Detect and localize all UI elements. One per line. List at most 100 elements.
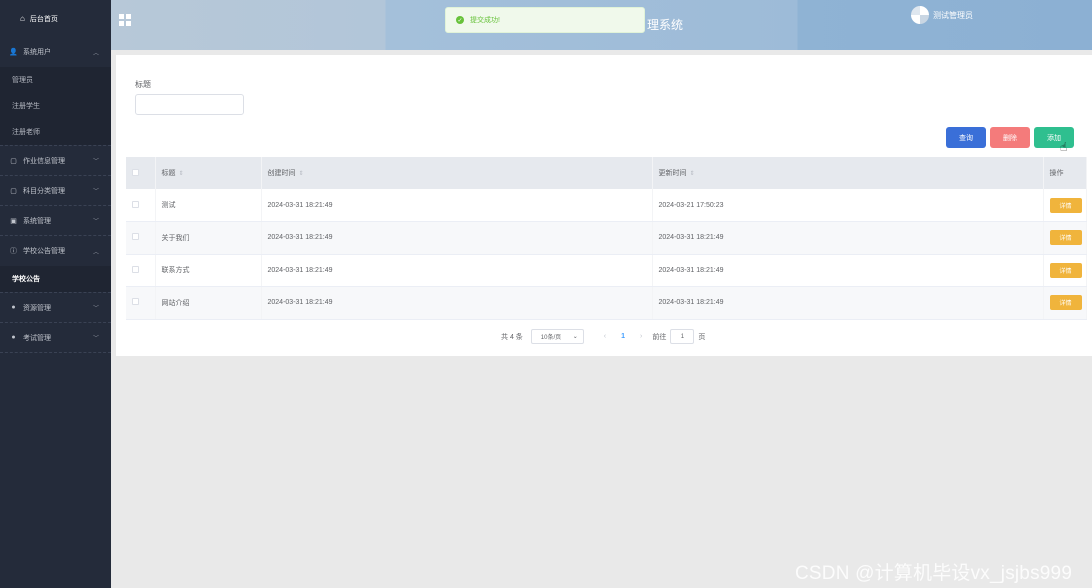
- row-checkbox[interactable]: [132, 233, 139, 241]
- cell-updated: 2024-03-31 18:21:49: [652, 286, 1044, 320]
- location-icon: ●: [11, 304, 16, 311]
- pagination: 共 4 条 10条/页 ⌄ ‹ 1 › 前往 1 页: [501, 329, 705, 344]
- table-row: 网站介绍 2024-03-31 18:21:49 2024-03-31 18:2…: [126, 286, 1087, 320]
- cell-updated: 2024-03-31 18:21:49: [652, 254, 1044, 287]
- sidebar-group-notice: ⓘ 学校公告管理 ︿ 学校公告: [0, 236, 111, 293]
- sidebar-subitem-notice[interactable]: 学校公告: [0, 266, 111, 292]
- sort-icon[interactable]: ⇕: [690, 171, 695, 177]
- sidebar-item-system-users[interactable]: 👤 系统用户 ︿: [0, 37, 111, 67]
- table-row: 联系方式 2024-03-31 18:21:49 2024-03-31 18:2…: [126, 254, 1087, 287]
- sort-icon[interactable]: ⇕: [299, 171, 304, 177]
- row-checkbox-cell: [126, 286, 156, 320]
- sidebar-subitem-students[interactable]: 注册学生: [0, 93, 111, 119]
- cell-created: 2024-03-31 18:21:49: [261, 254, 653, 287]
- page-number[interactable]: 1: [621, 333, 625, 340]
- document-icon: ▢: [10, 157, 17, 165]
- chevron-up-icon: ︿: [92, 50, 99, 57]
- row-checkbox[interactable]: [132, 200, 139, 208]
- avatar: [911, 6, 929, 24]
- prev-page-icon[interactable]: ‹: [604, 333, 606, 340]
- row-checkbox[interactable]: [132, 265, 139, 273]
- cell-action: 详情: [1043, 189, 1087, 222]
- table-header-row: 标题 ⇕ 创建时间 ⇕ 更新时间 ⇕ 操作: [126, 157, 1087, 189]
- table-row: 关于我们 2024-03-31 18:21:49 2024-03-31 18:2…: [126, 221, 1087, 255]
- check-circle-icon: ✓: [456, 16, 464, 24]
- sidebar-item-system[interactable]: ▣ 系统管理 ﹀: [0, 206, 111, 236]
- sidebar-item-exams[interactable]: ● 考试管理 ﹀: [0, 323, 111, 353]
- chevron-up-icon: ︿: [92, 249, 99, 256]
- column-header-created[interactable]: 创建时间 ⇕: [261, 157, 653, 189]
- admin-name: 测试管理员: [933, 10, 973, 20]
- column-header-action: 操作: [1043, 157, 1087, 189]
- cell-title: 测试: [155, 189, 262, 222]
- chevron-down-icon: ﹀: [92, 336, 99, 342]
- row-checkbox[interactable]: [132, 298, 139, 306]
- query-button[interactable]: 查询: [946, 127, 986, 148]
- chevron-down-icon: ﹀: [92, 159, 99, 165]
- info-circle-icon: ⓘ: [10, 248, 17, 255]
- cell-created: 2024-03-31 18:21:49: [261, 221, 653, 255]
- detail-button[interactable]: 详情: [1049, 230, 1082, 246]
- sidebar-item-label: 系统用户: [23, 49, 51, 56]
- detail-button[interactable]: 详情: [1049, 262, 1082, 278]
- sidebar-item-notice[interactable]: ⓘ 学校公告管理 ︿: [0, 236, 111, 266]
- sidebar-subitem-admin[interactable]: 管理员: [0, 67, 111, 93]
- watermark: CSDN @计算机毕设vx_jsjbs999: [795, 563, 1073, 584]
- system-title: 理系统: [647, 18, 684, 32]
- sidebar-item-label: 考试管理: [23, 334, 51, 342]
- sidebar-item-subjects[interactable]: ▢ 科目分类管理 ﹀: [0, 176, 111, 206]
- select-all-checkbox[interactable]: [132, 168, 139, 176]
- cell-title: 关于我们: [155, 221, 262, 255]
- success-toast: ✓ 提交成功!: [445, 7, 645, 33]
- image-icon: ▣: [10, 217, 17, 225]
- detail-button[interactable]: 详情: [1049, 197, 1082, 213]
- row-checkbox-cell: [126, 221, 156, 255]
- sidebar-item-label: 学校公告管理: [23, 248, 65, 255]
- column-header-title[interactable]: 标题 ⇕: [155, 157, 262, 189]
- document-icon: ▢: [10, 187, 17, 195]
- menu-grid-icon[interactable]: [119, 14, 131, 26]
- goto-prefix: 前往: [652, 333, 667, 341]
- sidebar-item-home[interactable]: ⌂ 后台首页: [0, 0, 111, 37]
- sidebar-item-label: 资源管理: [23, 304, 51, 312]
- row-checkbox-cell: [126, 254, 156, 287]
- cell-title: 联系方式: [155, 254, 262, 287]
- goto-suffix: 页: [698, 333, 706, 341]
- add-button[interactable]: 添加: [1034, 127, 1074, 148]
- sort-icon[interactable]: ⇕: [179, 171, 184, 177]
- page-size-select[interactable]: 10条/页 ⌄: [530, 329, 584, 344]
- cell-created: 2024-03-31 18:21:49: [261, 286, 653, 320]
- search-label: 标题: [135, 80, 151, 89]
- row-checkbox-cell: [126, 189, 156, 222]
- chevron-down-icon: ⌄: [572, 334, 578, 340]
- admin-user-menu[interactable]: 测试管理员: [911, 6, 973, 24]
- sidebar-item-label: 后台首页: [29, 15, 58, 23]
- user-icon: 👤: [9, 49, 18, 56]
- sidebar: ⌂ 后台首页 👤 系统用户 ︿ 管理员 注册学生 注册老师 ▢ 作业信息管理 ﹀…: [0, 0, 111, 588]
- chevron-down-icon: ﹀: [92, 306, 99, 312]
- delete-button[interactable]: 删除: [990, 127, 1030, 148]
- sidebar-item-label: 作业信息管理: [23, 157, 65, 165]
- detail-button[interactable]: 详情: [1049, 295, 1082, 311]
- column-header-updated[interactable]: 更新时间 ⇕: [652, 157, 1044, 189]
- next-page-icon[interactable]: ›: [640, 333, 642, 340]
- title-search-input[interactable]: [135, 94, 244, 115]
- home-icon: ⌂: [20, 14, 25, 23]
- cell-created: 2024-03-31 18:21:49: [261, 189, 653, 222]
- sidebar-subitem-teachers[interactable]: 注册老师: [0, 119, 111, 145]
- goto-page-input[interactable]: 1: [670, 329, 695, 344]
- cell-action: 详情: [1043, 286, 1087, 320]
- hand-cursor-icon: ☝: [1060, 140, 1068, 154]
- select-all-cell: [126, 157, 156, 189]
- sidebar-item-label: 科目分类管理: [23, 187, 65, 195]
- chevron-down-icon: ﹀: [92, 189, 99, 195]
- sidebar-item-resources[interactable]: ● 资源管理 ﹀: [0, 293, 111, 323]
- cell-action: 详情: [1043, 254, 1087, 287]
- table-row: 测试 2024-03-31 18:21:49 2024-03-21 17:50:…: [126, 189, 1087, 222]
- sidebar-item-label: 系统管理: [23, 217, 51, 225]
- toast-message: 提交成功!: [470, 17, 500, 24]
- sidebar-item-homework[interactable]: ▢ 作业信息管理 ﹀: [0, 146, 111, 176]
- cell-updated: 2024-03-31 18:21:49: [652, 221, 1044, 255]
- chevron-down-icon: ﹀: [92, 219, 99, 225]
- cell-title: 网站介绍: [155, 286, 262, 320]
